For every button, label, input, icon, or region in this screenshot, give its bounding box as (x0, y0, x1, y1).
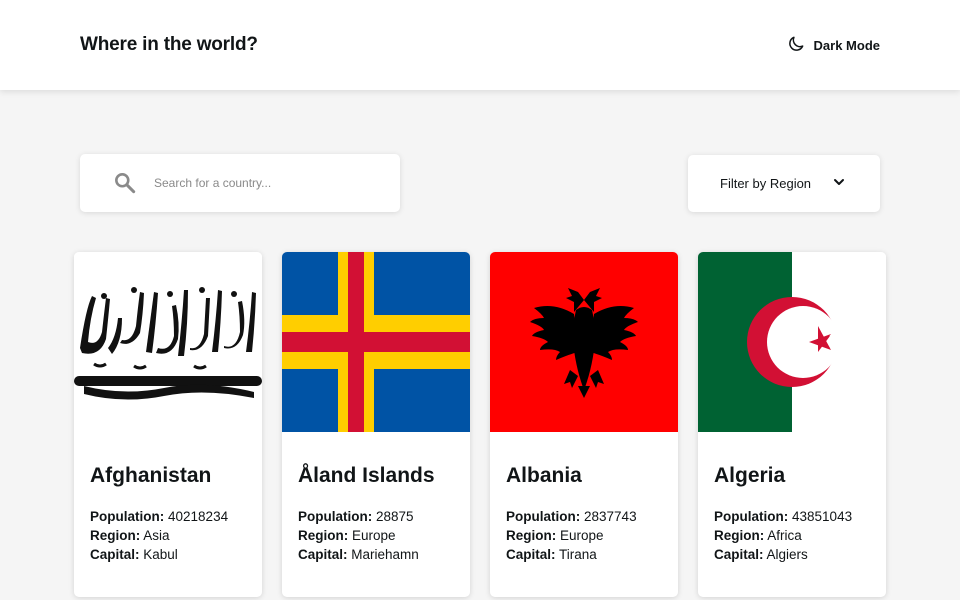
region-value: Asia (143, 528, 170, 543)
capital-label: Capital: (298, 547, 348, 562)
capital-line: Capital: Mariehamn (298, 547, 419, 562)
country-card-afghanistan[interactable]: Afghanistan Population: 40218234 Region:… (74, 252, 262, 597)
flag-aland-islands (282, 252, 470, 432)
population-value: 2837743 (584, 509, 637, 524)
population-label: Population: (506, 509, 581, 524)
capital-value: Tirana (559, 547, 597, 562)
capital-value: Algiers (766, 547, 808, 562)
region-line: Region: Africa (714, 528, 802, 543)
country-card-algeria[interactable]: Algeria Population: 43851043 Region: Afr… (698, 252, 886, 597)
app-header: Where in the world? Dark Mode (0, 0, 960, 90)
capital-line: Capital: Kabul (90, 547, 178, 562)
region-label: Region: (298, 528, 349, 543)
app-title: Where in the world? (80, 34, 258, 55)
region-value: Africa (767, 528, 802, 543)
capital-label: Capital: (714, 547, 764, 562)
population-value: 40218234 (168, 509, 229, 524)
country-name: Åland Islands (298, 464, 435, 487)
capital-label: Capital: (506, 547, 556, 562)
population-line: Population: 40218234 (90, 509, 228, 524)
region-value: Europe (352, 528, 396, 543)
country-name: Afghanistan (90, 464, 212, 487)
flag-albania (490, 252, 678, 432)
capital-value: Mariehamn (351, 547, 419, 562)
chevron-down-icon (832, 175, 846, 189)
country-name: Algeria (714, 464, 786, 487)
region-label: Region: (506, 528, 557, 543)
population-line: Population: 43851043 (714, 509, 852, 524)
region-value: Europe (560, 528, 604, 543)
dark-mode-label: Dark Mode (813, 37, 880, 53)
capital-line: Capital: Tirana (506, 547, 597, 562)
population-value: 28875 (376, 509, 414, 524)
population-line: Population: 2837743 (506, 509, 637, 524)
country-card-aland-islands[interactable]: Åland Islands Population: 28875 Region: … (282, 252, 470, 597)
population-label: Population: (714, 509, 789, 524)
flag-algeria (698, 252, 886, 432)
region-line: Region: Europe (298, 528, 396, 543)
search-bar[interactable] (80, 154, 400, 212)
population-label: Population: (298, 509, 373, 524)
country-card-albania[interactable]: Albania Population: 2837743 Region: Euro… (490, 252, 678, 597)
population-value: 43851043 (792, 509, 853, 524)
search-input[interactable] (154, 154, 384, 212)
population-label: Population: (90, 509, 165, 524)
country-name: Albania (506, 464, 582, 487)
region-line: Region: Asia (90, 528, 170, 543)
moon-icon (786, 34, 806, 57)
region-label: Region: (714, 528, 765, 543)
search-icon (112, 170, 138, 196)
region-filter-dropdown[interactable]: Filter by Region (688, 155, 880, 212)
flag-afghanistan (74, 252, 262, 432)
capital-line: Capital: Algiers (714, 547, 808, 562)
capital-value: Kabul (143, 547, 178, 562)
capital-label: Capital: (90, 547, 140, 562)
dark-mode-toggle[interactable]: Dark Mode (786, 34, 880, 57)
region-line: Region: Europe (506, 528, 604, 543)
region-filter-label: Filter by Region (720, 176, 812, 191)
population-line: Population: 28875 (298, 509, 414, 524)
region-label: Region: (90, 528, 141, 543)
